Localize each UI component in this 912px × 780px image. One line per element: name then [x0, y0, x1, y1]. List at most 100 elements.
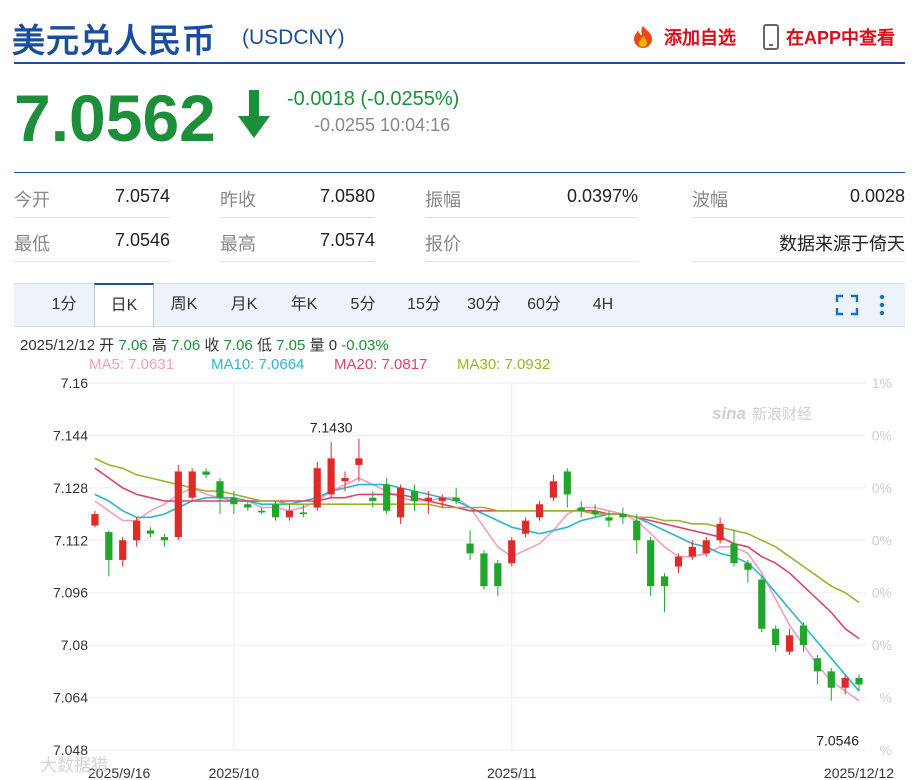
candle-body[interactable] — [452, 497, 460, 501]
tab-60min[interactable]: 60分 — [520, 284, 568, 326]
ma-line-ma20 — [94, 467, 860, 640]
candle-body[interactable] — [841, 677, 849, 688]
candle-body[interactable] — [410, 491, 419, 501]
candle-body[interactable] — [341, 478, 349, 482]
candle-body[interactable] — [508, 540, 516, 564]
kline-high: 7.06 — [171, 337, 201, 354]
sina-watermark-logo: sina — [712, 404, 746, 423]
open-in-app-button[interactable]: 在APP中查看 — [762, 24, 895, 50]
candle-body[interactable] — [105, 532, 113, 560]
candle-body[interactable] — [577, 507, 585, 511]
tab-15min[interactable]: 15分 — [400, 284, 448, 326]
candle-body[interactable] — [91, 514, 99, 526]
prev-close-label: 昨收 — [220, 190, 256, 210]
candle-body[interactable] — [466, 543, 474, 554]
x-tick-label: 2025/10 — [209, 765, 260, 780]
candle-body[interactable] — [702, 540, 710, 554]
candle-body[interactable] — [730, 543, 738, 564]
kline-date: 2025/12/12 — [20, 337, 96, 354]
candle-body[interactable] — [188, 471, 196, 498]
candle-body[interactable] — [785, 635, 794, 652]
more-menu-icon[interactable] — [878, 294, 886, 321]
open-in-app-label: 在APP中查看 — [786, 28, 896, 48]
candle-body[interactable] — [271, 504, 280, 518]
fullscreen-icon[interactable] — [835, 294, 859, 321]
candle-body[interactable] — [605, 517, 613, 521]
candle-body[interactable] — [216, 481, 224, 498]
tab-4h[interactable]: 4H — [582, 284, 624, 326]
candle-body[interactable] — [647, 540, 655, 587]
candle-body[interactable] — [424, 497, 432, 501]
candle-body[interactable] — [758, 579, 766, 629]
candle-body[interactable] — [258, 510, 266, 513]
candle-body[interactable] — [549, 481, 558, 498]
candle-body[interactable] — [285, 510, 294, 518]
candle-body[interactable] — [535, 504, 544, 518]
price-change: -0.0018 (-0.0255%) — [287, 88, 460, 110]
extreme-value-label: 7.1430 — [310, 420, 353, 436]
right-tick-label: 1% — [872, 375, 892, 391]
candle-body[interactable] — [772, 628, 780, 646]
y-tick-label: 7.16 — [61, 375, 88, 391]
tab-30min[interactable]: 30分 — [460, 284, 508, 326]
candle-body[interactable] — [160, 537, 169, 541]
candle-body[interactable] — [230, 497, 238, 505]
kline-info-bar: 2025/12/12 开 7.06 高 7.06 收 7.06 低 7.05 量… — [20, 337, 389, 354]
candle-body[interactable] — [619, 514, 627, 518]
kline-pct: -0.03% — [341, 337, 389, 354]
high-label: 最高 — [220, 234, 256, 254]
candle-body[interactable] — [716, 523, 724, 541]
kline-close: 7.06 — [223, 337, 253, 354]
tab-1min[interactable]: 1分 — [42, 284, 86, 326]
candle-body[interactable] — [688, 546, 696, 557]
candle-body[interactable] — [855, 677, 863, 685]
candle-body[interactable] — [438, 497, 446, 501]
kline-volume: 0 — [328, 337, 338, 354]
kline-chart[interactable]: 7.16 1% 7.144 0% 7.128 0% 7.112 0% 7.096 0% 7.08 0%… — [0, 375, 912, 780]
tab-daily[interactable]: 日K — [94, 283, 154, 326]
candle-body[interactable] — [355, 458, 363, 465]
ma-line-ma30 — [94, 457, 860, 604]
tab-monthly[interactable]: 月K — [220, 284, 268, 326]
tab-weekly[interactable]: 周K — [160, 284, 208, 326]
data-source: 数据来源于倚天 — [779, 234, 905, 254]
add-watchlist-button[interactable]: 添加自选 — [628, 24, 736, 50]
add-watchlist-label: 添加自选 — [664, 28, 736, 48]
ma-line-ma10 — [94, 483, 860, 692]
down-arrow-icon — [236, 88, 272, 145]
candle-body[interactable] — [202, 471, 210, 475]
candle-body[interactable] — [383, 484, 391, 511]
candle-body[interactable] — [591, 510, 599, 515]
candle-body[interactable] — [244, 504, 252, 508]
candle-body[interactable] — [633, 520, 641, 541]
candle-body[interactable] — [827, 671, 835, 688]
bid-label: 报价 — [425, 234, 461, 254]
page-title: 美元兑人民币 — [12, 22, 216, 59]
candle-body[interactable] — [522, 520, 530, 534]
right-tick-label: 0% — [872, 427, 892, 443]
phone-icon — [762, 24, 780, 50]
candle-body[interactable] — [494, 563, 502, 587]
candle-body[interactable] — [396, 487, 405, 518]
y-tick-label: 7.128 — [53, 480, 88, 496]
candle-body[interactable] — [744, 563, 752, 570]
candle-body[interactable] — [480, 553, 488, 587]
candle-body[interactable] — [563, 471, 571, 495]
candle-body[interactable] — [313, 468, 321, 508]
candle-body[interactable] — [813, 658, 821, 672]
y-tick-label: 7.08 — [61, 637, 88, 653]
candle-body[interactable] — [299, 512, 307, 515]
tab-yearly[interactable]: 年K — [280, 284, 328, 326]
candle-body[interactable] — [146, 530, 155, 534]
candle-body[interactable] — [674, 556, 683, 567]
candle-body[interactable] — [660, 576, 669, 587]
open-value: 7.0574 — [114, 186, 170, 206]
candle-body[interactable] — [369, 497, 377, 501]
candle-body[interactable] — [174, 471, 182, 538]
tab-5min[interactable]: 5分 — [340, 284, 386, 326]
candle-body[interactable] — [327, 458, 335, 495]
candle-body[interactable] — [119, 540, 127, 560]
right-tick-label: % — [880, 742, 892, 758]
candle-body[interactable] — [799, 625, 808, 646]
candle-body[interactable] — [133, 520, 141, 541]
